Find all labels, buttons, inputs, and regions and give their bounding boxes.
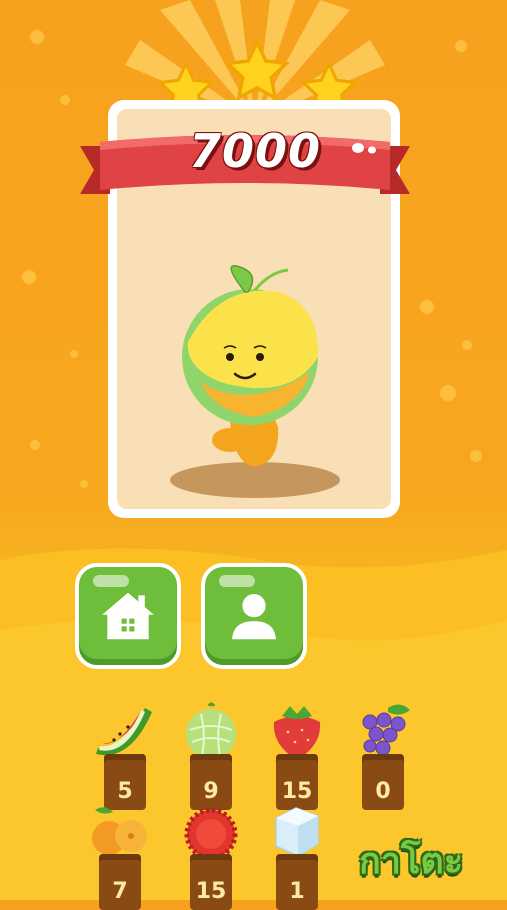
fruit-counter-watermelon: 5 xyxy=(90,700,160,810)
melon-icon xyxy=(186,702,236,759)
score-value: 7000 xyxy=(188,124,322,178)
home-button[interactable] xyxy=(75,563,181,669)
home-icon xyxy=(102,592,154,640)
fruit-counter-grape: 0 xyxy=(348,700,418,810)
fruit-counter-orange: 7 xyxy=(85,800,155,910)
stump: 15 xyxy=(190,854,232,910)
star-icon xyxy=(224,38,290,102)
stump: 7 xyxy=(99,854,141,910)
strawberry-icon xyxy=(273,706,321,760)
fruit-count: 1 xyxy=(289,879,305,904)
ice-cube-icon xyxy=(275,807,319,857)
mascot-character xyxy=(170,265,340,498)
stump: 0 xyxy=(362,754,404,810)
user-icon xyxy=(232,594,276,640)
orange-icon xyxy=(92,807,147,855)
fruit-count: 15 xyxy=(195,879,227,904)
watermelon-icon xyxy=(96,708,152,756)
fruit-counter-strawberry: 15 xyxy=(262,700,332,810)
fruit-counter-rambutan: 15 xyxy=(176,800,246,910)
fruit-count: 7 xyxy=(112,879,128,904)
ribbon-sparkle xyxy=(352,143,376,154)
stump: 1 xyxy=(276,854,318,910)
profile-button[interactable] xyxy=(201,563,307,669)
brand-logo: กาโตะ xyxy=(358,841,464,882)
fruit-count: 0 xyxy=(375,779,391,804)
fruit-counter-ice: 1 xyxy=(262,800,332,910)
grape-icon xyxy=(362,704,410,756)
fruit-counter-melon: 9 xyxy=(176,700,246,810)
rambutan-icon xyxy=(184,807,238,861)
